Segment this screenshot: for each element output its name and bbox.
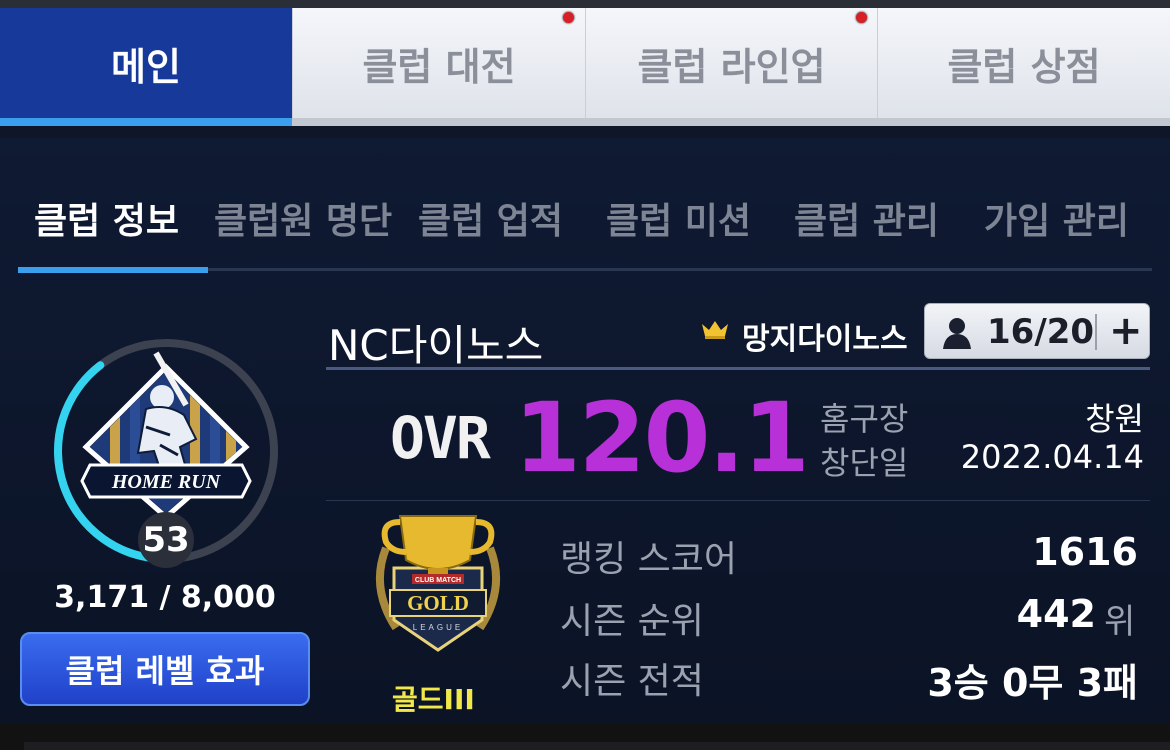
club-leader-name: 망지다이노스 — [742, 322, 908, 357]
notification-dot — [563, 12, 574, 23]
badge-league-text: LEAGUE — [413, 623, 463, 632]
subtab-management[interactable]: 클럽 관리 — [794, 192, 939, 244]
club-name: NC다이노스 — [328, 321, 544, 370]
ranking-score-label: 랭킹 스코어 — [560, 539, 738, 580]
badge-top-text: CLUB MATCH — [415, 577, 461, 584]
season-rank-unit: 위 — [1104, 602, 1136, 642]
ranking-score-value: 1616 — [1032, 530, 1138, 574]
subtab-club-info[interactable]: 클럽 정보 — [34, 192, 179, 244]
subtab-missions[interactable]: 클럽 미션 — [606, 192, 751, 244]
club-level-effect-button[interactable]: 클럽 레벨 효과 — [20, 632, 310, 706]
home-run-logo: HOME RUN — [80, 351, 252, 521]
notification-dot — [856, 12, 867, 23]
badge-gold-text: GOLD — [407, 591, 469, 615]
top-tab-bar: 메인 클럽 대전 클럽 라인업 클럽 상점 — [0, 0, 1170, 126]
subtab-member-list[interactable]: 클럽원 명단 — [214, 192, 392, 244]
subtab-achievements[interactable]: 클럽 업적 — [418, 192, 563, 244]
gold-trophy-icon: CLUB MATCH GOLD LEAGUE — [375, 515, 501, 652]
tab-main[interactable]: 메인 — [0, 8, 292, 126]
club-exp-text: 3,171 / 8,000 — [54, 580, 276, 615]
league-badge: CLUB MATCH GOLD LEAGUE — [366, 508, 510, 658]
tab-club-lineup[interactable]: 클럽 라인업 — [585, 8, 877, 118]
crown-icon — [702, 321, 728, 339]
tab-club-shop[interactable]: 클럽 상점 — [877, 8, 1170, 118]
emblem-banner-text: HOME RUN — [111, 471, 222, 493]
season-record-label: 시즌 전적 — [560, 661, 704, 702]
ovr-value: 120.1 — [514, 382, 810, 494]
founded-date-value: 2022.04.14 — [960, 438, 1144, 476]
member-count-box[interactable]: 16/20 + — [924, 303, 1150, 359]
league-name: 골드III — [392, 683, 475, 716]
home-stadium-value: 창원 — [1085, 400, 1144, 438]
section-divider — [326, 500, 1150, 501]
season-record-value: 3승 0무 3패 — [927, 661, 1138, 705]
founded-date-label: 창단일 — [820, 444, 909, 482]
tab-bar-underline — [292, 118, 1170, 126]
header-divider — [326, 367, 1150, 370]
person-icon — [943, 318, 971, 349]
home-stadium-label: 홈구장 — [820, 400, 909, 438]
member-box-divider — [1095, 314, 1097, 350]
tab-club-battle[interactable]: 클럽 대전 — [292, 8, 585, 118]
ovr-label: OVR — [390, 404, 491, 472]
subtab-active-indicator — [18, 267, 208, 273]
season-rank-value: 442 — [1016, 592, 1096, 636]
season-rank-label: 시즌 순위 — [560, 601, 704, 642]
bottom-strip — [0, 724, 1170, 750]
add-member-button[interactable]: + — [1109, 308, 1143, 354]
club-level-badge: 53 — [138, 512, 194, 568]
member-count: 16/20 — [987, 312, 1095, 352]
subtab-join-management[interactable]: 가입 관리 — [984, 192, 1129, 244]
